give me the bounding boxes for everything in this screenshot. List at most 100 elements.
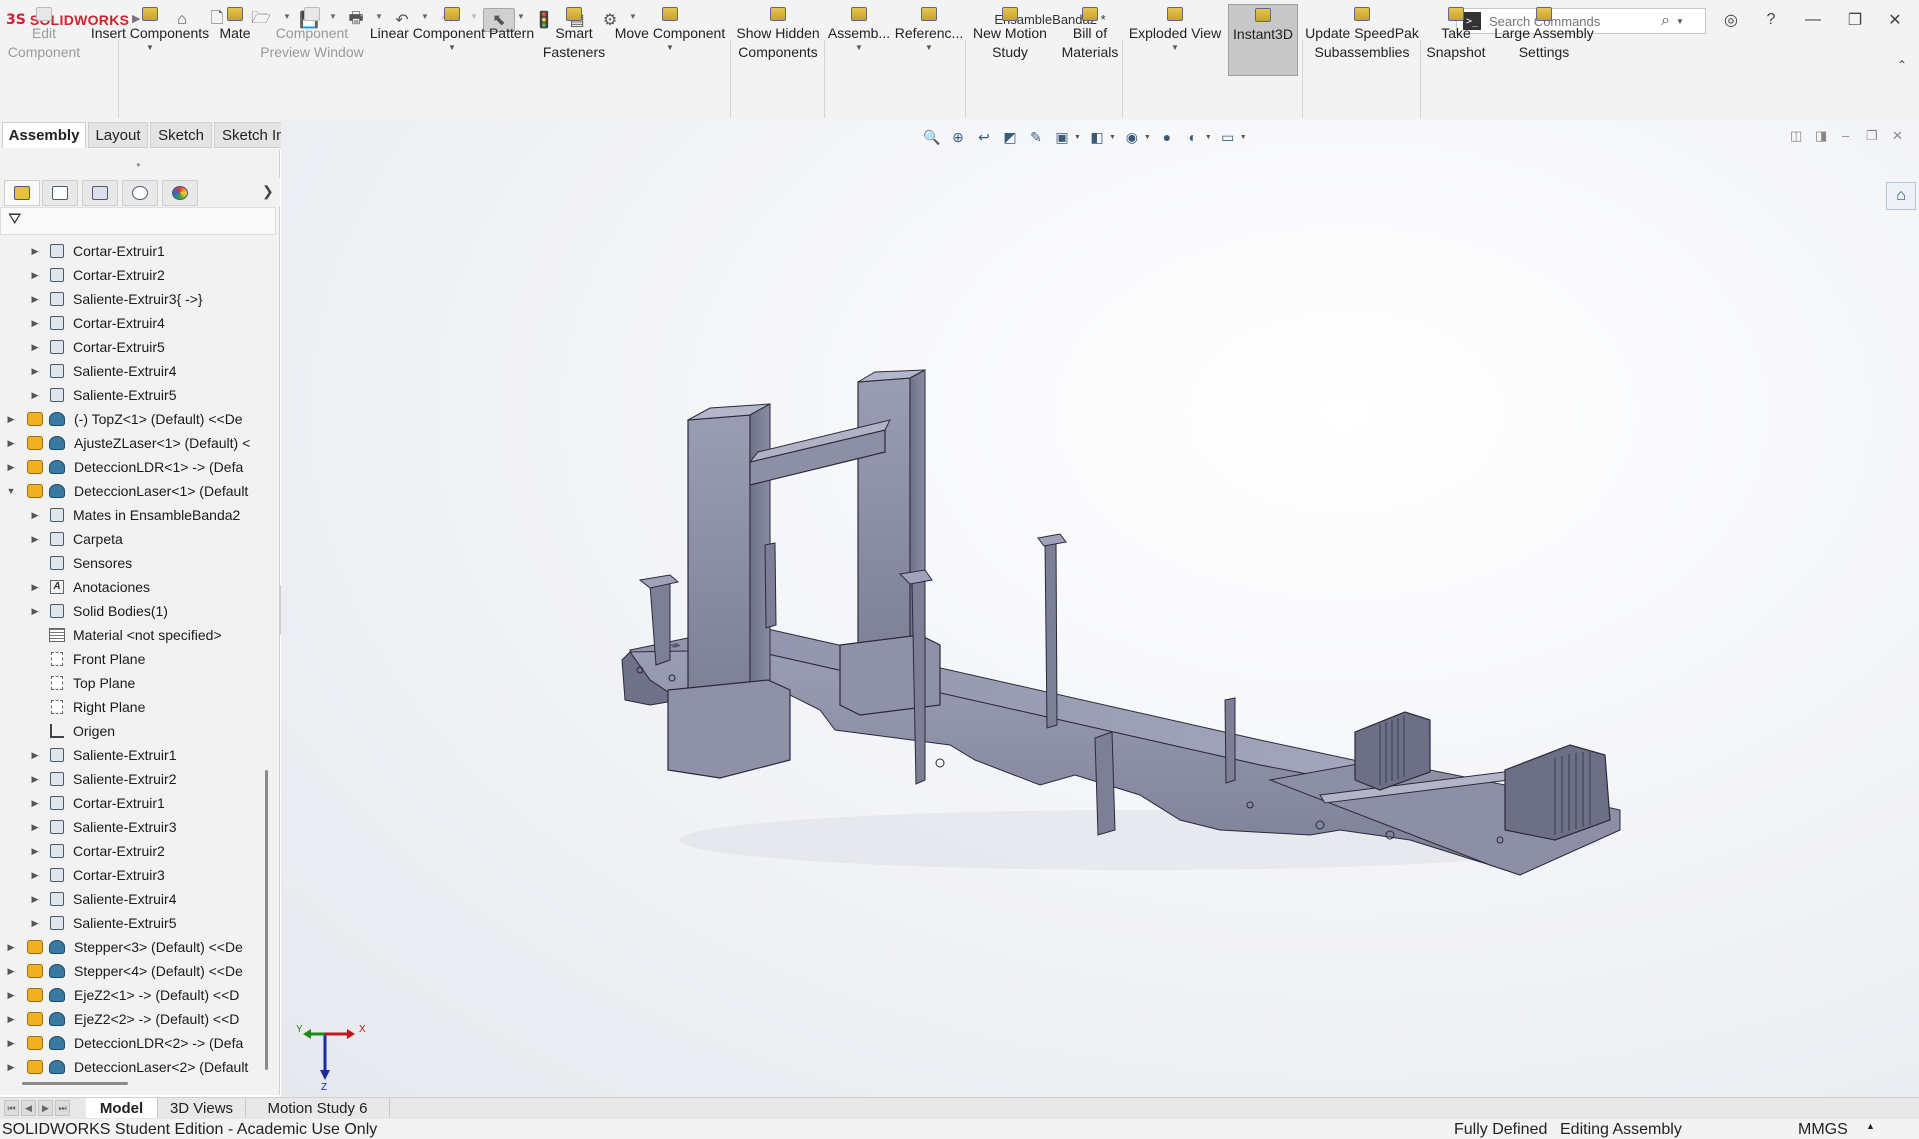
tree-feature-row[interactable]: ▶ A Anotaciones [0, 575, 262, 599]
tab-sketch[interactable]: Sketch [150, 122, 212, 148]
expand-arrow-icon[interactable]: ▶ [30, 582, 40, 593]
tree-vertical-scrollbar[interactable] [265, 770, 268, 1070]
ribbon-button-0[interactable]: Edit Component [2, 4, 86, 76]
expand-arrow-icon[interactable]: ▶ [6, 966, 16, 977]
assembly-model[interactable] [620, 360, 1640, 900]
task-pane-home-icon[interactable]: ⌂ [1886, 182, 1916, 210]
expand-arrow-icon[interactable]: ▶ [30, 270, 40, 281]
tree-component-row[interactable]: ▶ Stepper<4> (Default) <<De [0, 959, 262, 983]
tree-feature-row[interactable]: ▶ Cortar-Extruir2 [0, 839, 262, 863]
tree-component-row[interactable]: ▶ DeteccionLDR<1> -> (Defa [0, 455, 262, 479]
doc-minimize-icon[interactable]: – [1842, 128, 1849, 143]
tree-feature-row[interactable]: ▶ Saliente-Extruir3{ ->} [0, 287, 262, 311]
display-style-dropdown-icon[interactable]: ▼ [1109, 134, 1116, 141]
tree-feature-row[interactable]: ▶ Cortar-Extruir4 [0, 311, 262, 335]
view-settings-dropdown-icon[interactable]: ▼ [1240, 134, 1247, 141]
expand-arrow-icon[interactable]: ▶ [30, 846, 40, 857]
tab-assembly[interactable]: Assembly [2, 122, 86, 148]
expand-arrow-icon[interactable]: ▶ [6, 438, 16, 449]
dynamic-annotation-icon[interactable]: ✎ [1026, 127, 1046, 147]
ribbon-button-11[interactable]: Bill of Materials [1056, 4, 1124, 76]
panel-grip-icon[interactable]: ● [136, 160, 141, 169]
tree-feature-row[interactable]: ▶ Cortar-Extruir1 [0, 239, 262, 263]
zoom-to-area-icon[interactable]: ⊕ [948, 127, 968, 147]
search-icon[interactable]: ⌕ [1661, 12, 1670, 30]
apply-scene-icon[interactable]: ◐ [1183, 127, 1203, 147]
expand-arrow-icon[interactable]: ▶ [30, 534, 40, 545]
ribbon-button-5[interactable]: Smart Fasteners [538, 4, 610, 76]
first-tab-icon[interactable]: ⏮ [4, 1100, 19, 1116]
expand-arrow-icon[interactable]: ▶ [6, 990, 16, 1001]
expand-arrow-icon[interactable]: ▶ [30, 294, 40, 305]
section-view-icon[interactable]: ◩ [1000, 127, 1020, 147]
tree-feature-row[interactable]: Origen [0, 719, 262, 743]
unit-system-arrow-icon[interactable]: ▲ [1866, 1121, 1875, 1131]
tree-horizontal-scrollbar[interactable] [22, 1082, 128, 1085]
expand-arrow-icon[interactable]: ▶ [6, 414, 16, 425]
expand-arrow-icon[interactable]: ▶ [30, 510, 40, 521]
expand-arrow-icon[interactable]: ▶ [6, 942, 16, 953]
tree-component-row[interactable]: ▶ Stepper<3> (Default) <<De [0, 935, 262, 959]
tree-feature-row[interactable]: ▶ Cortar-Extruir3 [0, 863, 262, 887]
prev-tab-icon[interactable]: ◀ [21, 1100, 36, 1116]
view-orientation-dropdown-icon[interactable]: ▼ [1074, 134, 1081, 141]
expand-arrow-icon[interactable]: ▶ [6, 1014, 16, 1025]
ribbon-button-10[interactable]: New Motion Study [966, 4, 1054, 76]
tree-feature-row[interactable]: ▶ Saliente-Extruir4 [0, 887, 262, 911]
tree-feature-row[interactable]: ▶ Saliente-Extruir5 [0, 911, 262, 935]
tree-feature-row[interactable]: Top Plane [0, 671, 262, 695]
zoom-to-fit-icon[interactable]: 🔍 [922, 127, 942, 147]
collapse-arrow-icon[interactable]: ▼ [6, 486, 16, 496]
minimize-icon[interactable]: — [1800, 9, 1826, 31]
expand-arrow-icon[interactable]: ▶ [30, 870, 40, 881]
doc-tile-right-icon[interactable]: ◨ [1815, 128, 1827, 144]
display-manager-tab-icon[interactable] [162, 180, 198, 206]
expand-arrow-icon[interactable]: ▶ [30, 366, 40, 377]
doc-restore-icon[interactable]: ❐ [1866, 128, 1878, 144]
tab-3d-views[interactable]: 3D Views [158, 1098, 246, 1118]
tab-layout[interactable]: Layout [88, 122, 148, 148]
view-orientation-icon[interactable]: ▣ [1052, 127, 1072, 147]
tree-feature-row[interactable]: ▶ Saliente-Extruir3 [0, 815, 262, 839]
feature-manager-tab-icon[interactable] [4, 180, 40, 206]
tree-component-row[interactable]: ▶ DeteccionLaser<2> (Default [0, 1055, 262, 1079]
tab-motion-study-6[interactable]: Motion Study 6 [246, 1098, 390, 1118]
hide-show-items-icon[interactable]: ◉ [1122, 127, 1142, 147]
expand-arrow-icon[interactable]: ▶ [30, 798, 40, 809]
ribbon-button-13[interactable]: Instant3D [1228, 4, 1298, 76]
display-style-icon[interactable]: ◧ [1087, 127, 1107, 147]
tree-feature-row[interactable]: ▶ Cortar-Extruir5 [0, 335, 262, 359]
ribbon-button-16[interactable]: Large Assembly Settings [1492, 4, 1596, 76]
tree-feature-row[interactable]: ▶ Saliente-Extruir4 [0, 359, 262, 383]
ribbon-dropdown-icon[interactable]: ▼ [666, 43, 674, 53]
tree-component-row[interactable]: ▶ AjusteZLaser<1> (Default) < [0, 431, 262, 455]
view-settings-icon[interactable]: ▭ [1218, 127, 1238, 147]
configuration-manager-tab-icon[interactable] [82, 180, 118, 206]
unit-system[interactable]: MMGS [1798, 1121, 1848, 1139]
help-icon[interactable]: ? [1758, 9, 1784, 31]
tree-feature-row[interactable]: ▶ Saliente-Extruir5 [0, 383, 262, 407]
expand-arrow-icon[interactable]: ▶ [6, 1038, 16, 1049]
collapse-ribbon-icon[interactable]: ⌃ [1897, 58, 1907, 72]
tree-component-row[interactable]: ▶ EjeZ2<2> -> (Default) <<D [0, 1007, 262, 1031]
ribbon-dropdown-icon[interactable]: ▼ [855, 43, 863, 53]
ribbon-button-4[interactable]: Linear Component Pattern ▼ [368, 4, 536, 76]
expand-arrow-icon[interactable]: ▶ [30, 822, 40, 833]
tree-feature-row[interactable]: Front Plane [0, 647, 262, 671]
ribbon-button-14[interactable]: Update SpeedPak Subassemblies [1304, 4, 1420, 76]
expand-arrow-icon[interactable]: ▶ [30, 918, 40, 929]
tree-feature-row[interactable]: Material <not specified> [0, 623, 262, 647]
user-account-icon[interactable]: ◎ [1718, 9, 1744, 31]
last-tab-icon[interactable]: ⏭ [55, 1100, 70, 1116]
ribbon-dropdown-icon[interactable]: ▼ [146, 43, 154, 53]
tree-feature-row[interactable]: ▶ Saliente-Extruir2 [0, 767, 262, 791]
tree-feature-row[interactable]: ▶ Solid Bodies(1) [0, 599, 262, 623]
ribbon-button-12[interactable]: Exploded View ▼ [1126, 4, 1224, 76]
previous-view-icon[interactable]: ↩ [974, 127, 994, 147]
hide-show-dropdown-icon[interactable]: ▼ [1144, 134, 1151, 141]
tree-feature-row[interactable]: Sensores [0, 551, 262, 575]
close-icon[interactable]: ✕ [1882, 9, 1908, 31]
tree-component-row[interactable]: ▶ DeteccionLDR<2> -> (Defa [0, 1031, 262, 1055]
tree-feature-row[interactable]: ▶ Mates in EnsambleBanda2 [0, 503, 262, 527]
ribbon-button-7[interactable]: Show Hidden Components [732, 4, 824, 76]
